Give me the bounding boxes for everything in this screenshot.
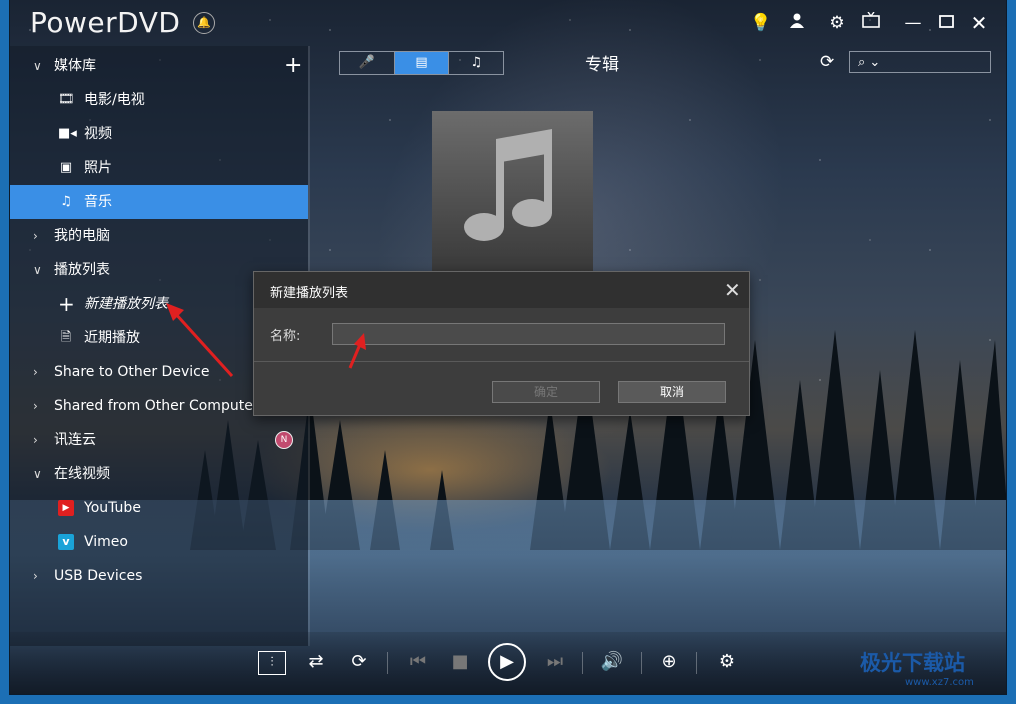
settings-gears-icon[interactable]: ⚙ — [712, 648, 742, 676]
playlist-name-field[interactable] — [332, 323, 725, 345]
ok-button[interactable]: 确定 — [492, 381, 600, 403]
stop-icon[interactable]: ■ — [448, 648, 472, 676]
app-window: PowerDVD 🔔 💡 ⚙ — ✕ ∨ 媒体库 + 🎞 电影/电视 ■◂ 视频… — [10, 0, 1006, 694]
sidebar-item-label: YouTube — [84, 500, 141, 516]
photo-icon: ▣ — [59, 160, 73, 175]
view-mode-toggle: 🎤 ▤ ♫ — [339, 51, 504, 75]
equalizer-icon[interactable]: ⫶ — [258, 651, 286, 675]
sidebar-item-music[interactable]: ♫ 音乐 — [10, 185, 308, 219]
tv-mode-icon[interactable] — [860, 11, 882, 34]
sidebar-item-label: 近期播放 — [84, 330, 140, 346]
shuffle-icon[interactable]: ⇄ — [302, 648, 330, 676]
chevron-right-icon: › — [33, 433, 38, 447]
sidebar-item-youtube[interactable]: ▶ YouTube — [10, 491, 308, 525]
sidebar-online-video[interactable]: ∨ 在线视频 — [10, 457, 308, 491]
app-title: PowerDVD — [30, 6, 181, 39]
film-icon: 🎞 — [58, 92, 75, 107]
gear-icon[interactable]: ⚙ — [826, 12, 848, 34]
search-input[interactable]: ⌕ ⌄ — [849, 51, 991, 73]
play-button[interactable]: ▶ — [488, 643, 526, 681]
sidebar-item-label: Vimeo — [84, 534, 128, 550]
maximize-icon[interactable] — [935, 12, 957, 34]
video-icon: ■◂ — [58, 126, 77, 141]
sidebar-item-label: 媒体库 — [54, 58, 96, 74]
name-label: 名称: — [270, 329, 301, 344]
music-note-icon — [464, 129, 552, 241]
separator — [387, 652, 388, 674]
dialog-header: 新建播放列表 ✕ — [254, 272, 749, 308]
new-playlist-dialog: 新建播放列表 ✕ 名称: 确定 取消 — [253, 271, 750, 416]
chevron-down-icon: ∨ — [33, 263, 42, 277]
sidebar-item-label: 音乐 — [84, 194, 112, 210]
sidebar-item-label: 讯连云 — [54, 432, 96, 448]
chevron-right-icon: › — [33, 569, 38, 583]
song-view-music-icon[interactable]: ♫ — [449, 52, 503, 74]
next-icon[interactable]: ⏭ — [543, 648, 567, 676]
youtube-icon: ▶ — [58, 500, 74, 516]
dialog-close-icon[interactable]: ✕ — [724, 278, 741, 302]
watermark-url: www.xz7.com — [905, 677, 974, 688]
chevron-right-icon: › — [33, 365, 38, 379]
sidebar-item-label: 我的电脑 — [54, 228, 110, 244]
user-icon[interactable] — [786, 12, 808, 34]
plus-icon: + — [58, 292, 75, 316]
watermark-logo: 极光下载站 — [860, 651, 965, 675]
new-badge: N — [275, 431, 293, 449]
vimeo-icon: v — [58, 534, 74, 550]
sidebar-media-library[interactable]: ∨ 媒体库 + — [10, 49, 308, 83]
sidebar-item-label: Share to Other Device — [54, 364, 210, 380]
artist-view-mic-icon[interactable]: 🎤 — [340, 52, 395, 74]
refresh-icon[interactable]: ⟳ — [820, 52, 834, 72]
document-icon: 🗎 — [60, 330, 72, 345]
view-title: 专辑 — [585, 55, 619, 75]
album-view-icon[interactable]: ▤ — [394, 52, 450, 74]
cancel-button[interactable]: 取消 — [618, 381, 726, 403]
chevron-down-icon: ∨ — [33, 467, 42, 481]
volume-icon[interactable]: 🔊 — [599, 648, 625, 676]
close-icon[interactable]: ✕ — [968, 12, 990, 34]
separator — [641, 652, 642, 674]
separator — [582, 652, 583, 674]
search-icon: ⌕ ⌄ — [858, 55, 881, 70]
lightbulb-icon[interactable]: 💡 — [750, 12, 772, 34]
dialog-divider — [254, 361, 749, 362]
sidebar-item-movies-tv[interactable]: 🎞 电影/电视 — [10, 83, 308, 117]
sidebar-item-photos[interactable]: ▣ 照片 — [10, 151, 308, 185]
sidebar-item-label: USB Devices — [54, 568, 143, 584]
separator — [696, 652, 697, 674]
sidebar-usb[interactable]: › USB Devices — [10, 559, 308, 593]
zoom-icon[interactable]: ⊕ — [656, 648, 682, 676]
sidebar-item-label: 新建播放列表 — [84, 296, 168, 312]
sidebar-item-vimeo[interactable]: v Vimeo — [10, 525, 308, 559]
chevron-down-icon: ∨ — [33, 59, 42, 73]
notification-bell-icon[interactable]: 🔔 — [193, 12, 215, 34]
previous-icon[interactable]: ⏮ — [406, 648, 430, 676]
sidebar-item-label: 播放列表 — [54, 262, 110, 278]
sidebar-cloud[interactable]: › 讯连云 N — [10, 423, 308, 457]
dialog-title: 新建播放列表 — [270, 286, 349, 301]
repeat-icon[interactable]: ⟳ — [345, 648, 373, 676]
chevron-right-icon: › — [33, 229, 38, 243]
sidebar-item-videos[interactable]: ■◂ 视频 — [10, 117, 308, 151]
minimize-icon[interactable]: — — [902, 12, 924, 34]
sidebar-item-label: Shared from Other Computer — [54, 398, 259, 414]
chevron-right-icon: › — [33, 399, 38, 413]
sidebar-my-computer[interactable]: › 我的电脑 — [10, 219, 308, 253]
sidebar-item-label: 视频 — [84, 126, 112, 142]
add-icon[interactable]: + — [284, 49, 302, 83]
sidebar-item-label: 在线视频 — [54, 466, 110, 482]
sidebar-item-label: 电影/电视 — [84, 92, 145, 108]
sidebar-item-label: 照片 — [84, 160, 112, 176]
music-icon: ♫ — [60, 194, 72, 209]
album-tile[interactable] — [432, 111, 593, 271]
